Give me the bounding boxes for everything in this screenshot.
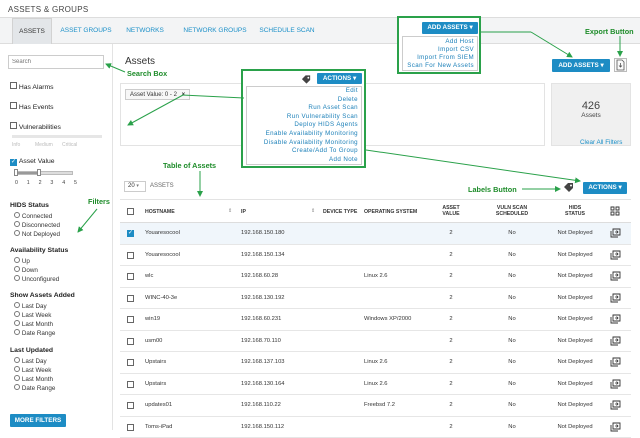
arrow-search [106, 64, 125, 72]
arrow-actions-menu [182, 95, 244, 98]
callout-arrows [0, 0, 640, 430]
arrow-add-assets [531, 32, 572, 57]
arrow-filters [78, 209, 97, 232]
arrow-actions-menu-tip [128, 95, 183, 125]
arrow-actions-to-button [366, 150, 580, 181]
